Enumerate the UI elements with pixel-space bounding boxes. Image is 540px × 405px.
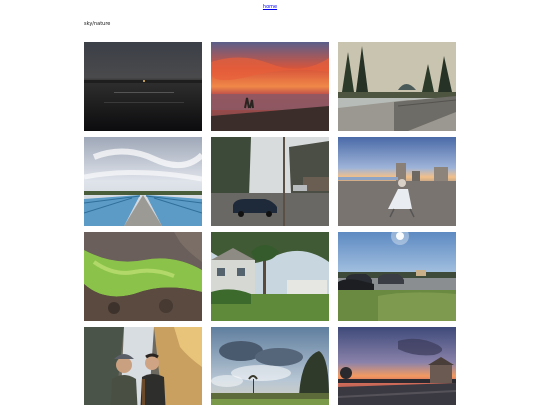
- photo-red-sunset-shore[interactable]: [211, 42, 329, 131]
- photo-mossy-rock[interactable]: [84, 232, 202, 321]
- gallery-page: home sky/nature: [0, 0, 540, 405]
- photo-cloudy-field[interactable]: [211, 327, 329, 405]
- photo-two-people-waterfall[interactable]: [84, 327, 202, 405]
- photo-grid: [84, 42, 456, 405]
- photo-bridge-walkway[interactable]: [84, 137, 202, 226]
- section-title: sky/nature: [84, 21, 111, 27]
- photo-harbor-dusk[interactable]: [338, 327, 456, 405]
- photo-promenade-trees[interactable]: [338, 42, 456, 131]
- photo-parked-cars-sun[interactable]: [338, 232, 456, 321]
- photo-beach-person-chair[interactable]: [338, 137, 456, 226]
- photo-street-parking[interactable]: [211, 137, 329, 226]
- home-link[interactable]: home: [0, 4, 540, 10]
- photo-house-garden[interactable]: [211, 232, 329, 321]
- photo-dusk-lake[interactable]: [84, 42, 202, 131]
